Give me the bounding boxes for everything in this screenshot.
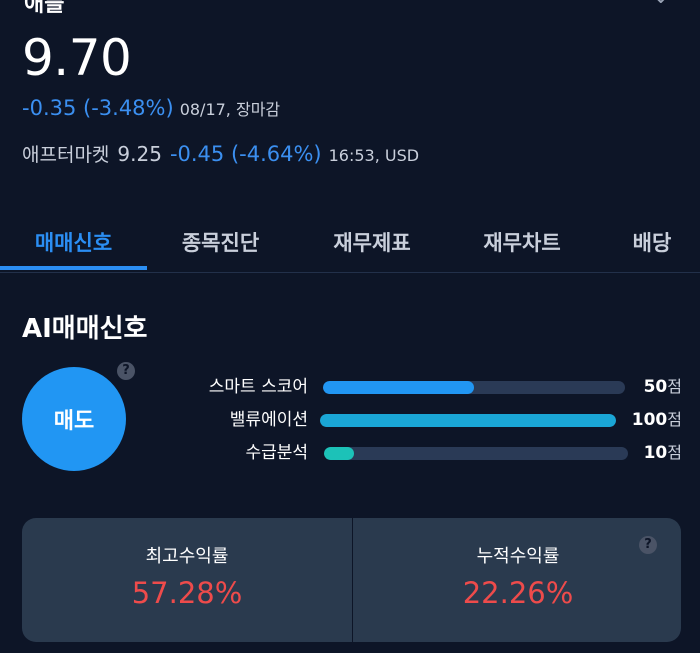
score-track	[324, 447, 628, 460]
cum-return-value: 22.26%	[462, 576, 574, 610]
current-price: 9.70	[22, 29, 132, 87]
score-label: 스마트 스코어	[208, 377, 308, 397]
score-value: 50점	[643, 377, 682, 397]
after-market-row: 애프터마켓 9.25 -0.45 (-4.64%) 16:53, USD	[22, 140, 419, 167]
after-market-change: -0.45 (-4.64%)	[169, 142, 322, 166]
max-return-label: 최고수익률	[145, 546, 229, 567]
stock-name: 애플	[24, 0, 65, 17]
score-fill	[324, 447, 355, 460]
tab-trading-signal[interactable]: 매매신호	[0, 226, 147, 270]
active-tab-indicator	[0, 266, 147, 270]
price-change: -0.35 (-3.48%)	[22, 96, 174, 120]
tab-stock-diagnosis[interactable]: 종목진단	[147, 226, 294, 270]
score-label: 밸류에이션	[229, 410, 308, 430]
score-row-valuation: 밸류에이션 100점	[0, 408, 700, 432]
stock-detail-screen: 애플 ⌄ 9.70 -0.35 (-3.48%) 08/17, 장마감 애프터마…	[0, 0, 700, 653]
score-track	[323, 381, 625, 394]
score-row-smart: 스마트 스코어 50점	[0, 375, 700, 399]
score-fill	[320, 414, 616, 427]
score-value: 100점	[631, 410, 682, 430]
returns-card: 최고수익률 57.28% 누적수익률 22.26% ?	[22, 518, 681, 642]
after-market-meta: 16:53, USD	[328, 146, 420, 165]
max-return-cell: 최고수익률 57.28%	[22, 518, 352, 642]
score-fill	[323, 381, 474, 394]
tab-dividend[interactable]: 배당	[612, 226, 692, 270]
price-change-meta: 08/17, 장마감	[179, 100, 281, 119]
help-icon[interactable]: ?	[639, 536, 657, 554]
max-return-value: 57.28%	[131, 576, 243, 610]
chevron-down-icon[interactable]: ⌄	[652, 0, 670, 9]
score-value: 10점	[643, 443, 682, 463]
section-title: AI매매신호	[22, 314, 148, 344]
tab-financial-statements[interactable]: 재무제표	[297, 226, 447, 270]
score-row-supply-demand: 수급분석 10점	[0, 441, 700, 465]
score-track	[320, 414, 616, 427]
price-change-row: -0.35 (-3.48%) 08/17, 장마감	[22, 96, 280, 120]
score-label: 수급분석	[245, 443, 308, 463]
after-market-price: 9.25	[117, 142, 162, 166]
cum-return-label: 누적수익률	[476, 546, 560, 567]
tab-financial-chart[interactable]: 재무차트	[447, 226, 597, 270]
cum-return-cell: 누적수익률 22.26%	[353, 518, 683, 642]
after-market-label: 애프터마켓	[22, 144, 110, 166]
